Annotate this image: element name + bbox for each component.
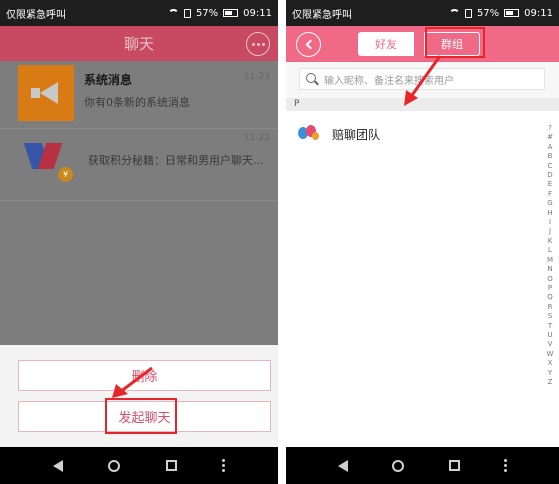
page-title: 聊天 (123, 35, 154, 53)
home-nav-icon[interactable] (108, 459, 121, 472)
system-nav-bar (286, 447, 559, 484)
chat-item-system[interactable]: 系统消息 11-23 你有0条新的系统消息 (0, 61, 278, 129)
alphabet-index-letter[interactable]: H (547, 209, 552, 218)
battery-percent: 57% (476, 7, 500, 19)
wifi-icon (167, 9, 179, 17)
carrier-label: 仅限紧急呼叫 (6, 9, 66, 21)
chat-name: 系统消息 (84, 73, 133, 87)
team-logo-icon: ¥ (23, 143, 74, 189)
alphabet-index-letter[interactable]: I (549, 218, 551, 227)
alphabet-index-letter[interactable]: Y (548, 369, 552, 378)
sim-icon (183, 8, 191, 18)
alphabet-index-letter[interactable]: A (548, 143, 553, 152)
list-item[interactable]: 赔聊团队 (286, 111, 559, 157)
left-phone-screen: 仅限紧急呼叫 57% 09:11 聊天 系统消息 11-23 你有0条新的系统消… (0, 0, 278, 484)
system-nav-bar (0, 447, 278, 484)
alphabet-index-letter[interactable]: ? (548, 124, 552, 133)
carrier-label: 仅限紧急呼叫 (292, 9, 352, 21)
alphabet-index-letter[interactable]: B (548, 152, 553, 161)
dot-icon (256, 42, 260, 46)
contact-name: 赔聊团队 (332, 128, 381, 142)
alphabet-index-letter[interactable]: S (548, 312, 552, 321)
battery-icon (504, 9, 520, 17)
chat-time: 11-23 (243, 72, 270, 82)
right-phone-screen: 仅限紧急呼叫 57% 09:11 好友 群组 输入昵称、备注名来搜索用户 P 赔… (286, 0, 559, 484)
recent-apps-icon[interactable] (165, 460, 177, 471)
more-options-button[interactable] (246, 32, 270, 56)
menu-nav-icon[interactable] (503, 459, 507, 472)
dot-icon (261, 42, 265, 46)
avatar (18, 65, 74, 121)
chat-list: 系统消息 11-23 你有0条新的系统消息 ¥ 11-22 获取积分秘籍：日常和… (0, 61, 278, 345)
balloons-icon (298, 125, 320, 143)
alphabet-index-letter[interactable]: Q (547, 293, 553, 302)
alphabet-index-letter[interactable]: X (548, 359, 553, 368)
alphabet-index-letter[interactable]: T (548, 322, 552, 331)
clock: 09:11 (243, 7, 272, 19)
alphabet-index-letter[interactable]: # (547, 133, 553, 142)
alphabet-index[interactable]: ? # A B C D E F G H I J K L M N O P Q R S T U V W X Y Z (545, 124, 555, 387)
chat-item-team[interactable]: ¥ 11-22 获取积分秘籍：日常和男用户聊天... (0, 129, 278, 201)
back-nav-icon[interactable] (52, 459, 63, 472)
status-bar: 仅限紧急呼叫 57% 09:11 (0, 0, 278, 26)
annotation-highlight-box (105, 398, 177, 434)
alphabet-index-letter[interactable]: W (547, 350, 554, 359)
alphabet-index-letter[interactable]: R (548, 303, 553, 312)
alphabet-index-letter[interactable]: Z (548, 378, 553, 387)
alphabet-index-letter[interactable]: K (548, 237, 553, 246)
alphabet-index-letter[interactable]: F (548, 190, 552, 199)
sim-icon (464, 8, 472, 18)
home-nav-icon[interactable] (392, 459, 405, 472)
alphabet-index-letter[interactable]: E (548, 180, 552, 189)
battery-icon (223, 9, 239, 17)
search-icon (306, 72, 319, 86)
clock: 09:11 (524, 7, 553, 19)
status-bar: 仅限紧急呼叫 57% 09:11 (286, 0, 559, 26)
dot-icon (251, 42, 255, 46)
contact-list-body (286, 157, 559, 447)
alphabet-index-letter[interactable]: V (548, 340, 553, 349)
chat-header: 聊天 (0, 26, 278, 61)
annotation-arrow-icon (404, 55, 442, 106)
alphabet-index-letter[interactable]: J (549, 227, 551, 236)
coin-icon: ¥ (58, 167, 73, 182)
chat-time: 11-22 (243, 133, 270, 143)
battery-percent: 57% (195, 7, 219, 19)
alphabet-index-letter[interactable]: N (547, 265, 552, 274)
chat-preview: 你有0条新的系统消息 (84, 96, 190, 109)
alphabet-index-letter[interactable]: U (547, 331, 552, 340)
chat-preview: 获取积分秘籍：日常和男用户聊天... (88, 154, 264, 167)
alphabet-index-letter[interactable]: O (547, 275, 553, 284)
megaphone-icon (31, 82, 61, 104)
alphabet-index-letter[interactable]: D (547, 171, 552, 180)
wifi-icon (448, 9, 460, 17)
annotation-arrow-icon (112, 366, 153, 398)
back-button[interactable] (296, 32, 321, 57)
alphabet-index-letter[interactable]: C (548, 162, 553, 171)
alphabet-index-letter[interactable]: L (548, 246, 552, 255)
recent-apps-icon[interactable] (448, 460, 460, 471)
menu-nav-icon[interactable] (222, 459, 226, 472)
alphabet-index-letter[interactable]: M (547, 256, 553, 265)
chevron-left-icon (305, 39, 315, 50)
back-nav-icon[interactable] (338, 459, 349, 472)
alphabet-index-letter[interactable]: G (547, 199, 552, 208)
alphabet-index-letter[interactable]: P (548, 284, 552, 293)
